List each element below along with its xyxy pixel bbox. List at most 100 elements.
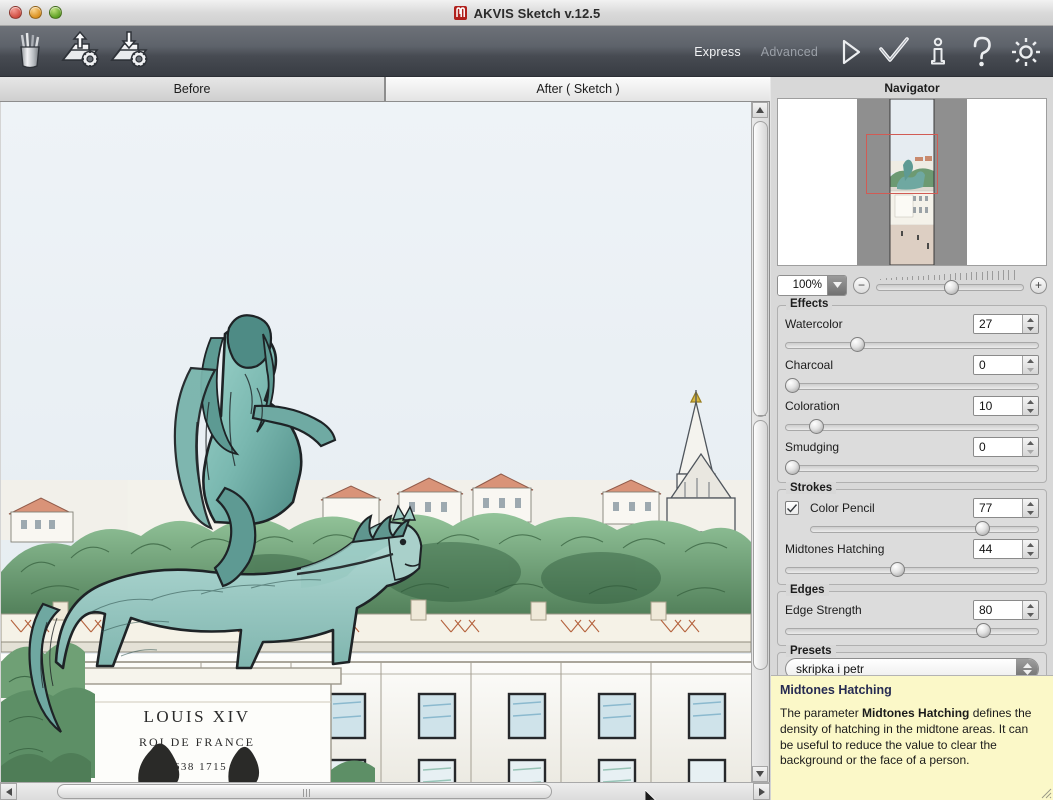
horizontal-scroll-thumb[interactable] [57,784,552,799]
param-edge-strength: Edge Strength 80 [785,599,1039,621]
color-pencil-value: 77 [974,499,1022,517]
toolbar-left-group [0,30,150,72]
midtones-hatching-stepper[interactable] [1022,540,1038,558]
canvas-horizontal-scrollbar[interactable] [0,782,770,800]
watercolor-slider-track[interactable] [785,342,1039,349]
midtones-hatching-slider-track[interactable] [785,567,1039,574]
zoom-tick [907,276,909,280]
midtones-hatching-label: Midtones Hatching [785,542,885,556]
help-panel: Midtones Hatching The parameter Midtones… [771,675,1053,800]
charcoal-slider-track[interactable] [785,383,1039,390]
stepper-down-icon[interactable] [1023,406,1038,415]
charcoal-stepper[interactable] [1022,356,1038,374]
minimize-button[interactable] [29,6,42,19]
close-button[interactable] [9,6,22,19]
zoom-out-button[interactable]: − [853,276,870,294]
smudging-stepper[interactable] [1022,438,1038,456]
color-pencil-checkbox[interactable] [785,501,799,515]
color-pencil-spinner[interactable]: 77 [973,498,1039,518]
edge-strength-slider-knob [976,623,992,638]
zoom-controls: 100% − + [777,269,1047,299]
info-icon[interactable] [921,34,955,70]
zoom-tick [1008,269,1010,280]
stepper-down-icon[interactable] [1023,365,1038,374]
navigator-viewport-rect[interactable] [866,134,938,194]
navigator-thumbnail[interactable] [777,98,1047,266]
stepper-down-icon[interactable] [1023,508,1038,517]
stepper-down-icon[interactable] [1023,324,1038,333]
tab-before[interactable]: Before [0,77,385,102]
save-preset-icon[interactable] [108,30,150,72]
settings-icon[interactable] [1009,34,1043,70]
maximize-button[interactable] [49,6,62,19]
coloration-stepper[interactable] [1022,397,1038,415]
watercolor-stepper[interactable] [1022,315,1038,333]
strokes-group-title: Strokes [786,482,837,494]
midtones-hatching-slider[interactable] [785,561,1039,577]
run-icon[interactable] [833,34,867,70]
settings-panel: Navigator 100% − + Effects Watercolor 27… [771,77,1053,800]
scroll-up-button[interactable] [752,102,768,118]
mode-express[interactable]: Express [689,43,746,61]
open-preset-icon[interactable] [59,30,101,72]
vertical-scroll-thumb-upper[interactable] [753,121,768,417]
tab-before-label: Before [173,82,211,96]
stepper-up-icon[interactable] [1023,601,1038,610]
stepper-down-icon[interactable] [1023,447,1038,456]
stepper-down-icon[interactable] [1023,610,1038,619]
zoom-in-button[interactable]: + [1030,276,1047,294]
zoom-slider[interactable] [876,269,1024,296]
color-pencil-slider[interactable] [810,520,1039,536]
chevron-down-icon[interactable] [827,275,846,295]
tab-after-sketch[interactable]: After ( Sketch ) [385,77,770,102]
scroll-down-button[interactable] [752,766,768,782]
charcoal-slider[interactable] [785,377,1039,393]
help-icon[interactable] [965,34,999,70]
zoom-tick [944,274,946,280]
help-body-pre: The parameter [780,706,863,720]
edge-strength-slider-track[interactable] [785,628,1039,635]
sketch-preview[interactable]: LOUIS XIV ROI DE FRANCE 1638 1715 [1,102,751,784]
charcoal-value: 0 [974,356,1022,374]
coloration-slider[interactable] [785,418,1039,434]
color-pencil-stepper[interactable] [1022,499,1038,517]
tab-after-label: After ( Sketch ) [536,82,620,96]
zoom-tick [891,277,893,280]
stepper-up-icon[interactable] [1023,438,1038,447]
vertical-scroll-thumb-lower[interactable] [753,415,768,670]
mode-advanced[interactable]: Advanced [756,43,823,61]
apply-icon[interactable] [877,34,911,70]
zoom-slider-knob[interactable] [944,280,960,295]
stepper-up-icon[interactable] [1023,499,1038,508]
midtones-hatching-value: 44 [974,540,1022,558]
smudging-spinner[interactable]: 0 [973,437,1039,457]
zoom-level-combobox[interactable]: 100% [777,274,847,296]
watercolor-spinner[interactable]: 27 [973,314,1039,334]
canvas-vertical-scrollbar[interactable] [751,102,768,782]
stepper-up-icon[interactable] [1023,540,1038,549]
midtones-hatching-spinner[interactable]: 44 [973,539,1039,559]
stepper-down-icon[interactable] [1023,549,1038,558]
resize-grip-icon[interactable] [1038,785,1052,799]
stepper-up-icon[interactable] [1023,356,1038,365]
coloration-spinner[interactable]: 10 [973,396,1039,416]
zoom-tick [976,272,978,280]
scroll-right-button[interactable] [753,783,770,800]
edge-strength-stepper[interactable] [1022,601,1038,619]
edge-strength-slider[interactable] [785,622,1039,638]
charcoal-spinner[interactable]: 0 [973,355,1039,375]
scroll-left-button[interactable] [0,783,17,800]
color-pencil-slider-track[interactable] [810,526,1039,533]
stepper-up-icon[interactable] [1023,397,1038,406]
akvis-logo-icon [453,6,467,20]
smudging-slider-track[interactable] [785,465,1039,472]
pencil-cup-icon[interactable] [10,30,52,72]
color-pencil-slider-knob [974,521,990,536]
zoom-in-label: + [1034,278,1042,292]
watercolor-slider[interactable] [785,336,1039,352]
help-body-bold: Midtones Hatching [862,706,970,720]
edge-strength-spinner[interactable]: 80 [973,600,1039,620]
smudging-slider[interactable] [785,459,1039,475]
stepper-up-icon[interactable] [1023,315,1038,324]
watercolor-slider-knob [849,337,865,352]
